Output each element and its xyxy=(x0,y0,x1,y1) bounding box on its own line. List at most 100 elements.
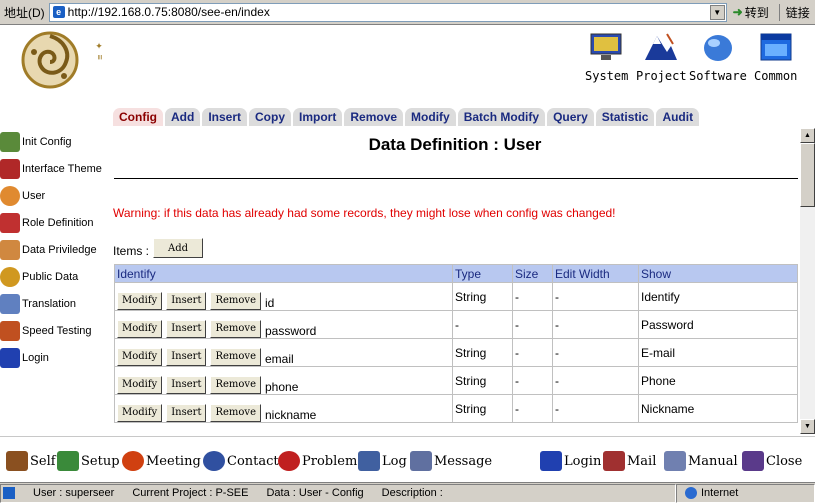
bottom-nav-meeting[interactable]: Meeting xyxy=(122,451,201,471)
modify-button[interactable]: Modify xyxy=(117,291,163,310)
tab-batch-modify[interactable]: Batch Modify xyxy=(457,108,546,126)
tab-add[interactable]: Add xyxy=(165,108,201,126)
main-content: Data Definition : User Warning: if this … xyxy=(110,128,800,434)
left-nav-login[interactable]: Login xyxy=(0,344,110,371)
roles-icon xyxy=(0,212,20,233)
column-header-identify: Identify xyxy=(114,264,453,283)
modify-button[interactable]: Modify xyxy=(117,319,163,338)
house-icon xyxy=(6,451,28,471)
setup-icon xyxy=(57,451,79,471)
warning-text: Warning: if this data has already had so… xyxy=(113,206,616,220)
identify-value: email xyxy=(265,351,294,366)
tab-insert[interactable]: Insert xyxy=(202,108,248,126)
left-nav-translation[interactable]: Translation xyxy=(0,290,110,317)
identify-cell: Modify Insert Remove id xyxy=(114,282,453,311)
scroll-up-icon[interactable]: ▲ xyxy=(800,128,815,143)
bottom-nav-contact[interactable]: Contact xyxy=(203,451,279,471)
insert-button[interactable]: Insert xyxy=(166,319,207,338)
remove-button[interactable]: Remove xyxy=(210,347,261,366)
table-row: Modify Insert Remove email String - - E-mail xyxy=(114,338,798,367)
row-actions: Modify Insert Remove xyxy=(117,319,261,338)
type-cell: String xyxy=(452,338,513,367)
tab-import[interactable]: Import xyxy=(293,108,343,126)
close-icon xyxy=(742,451,764,471)
identify-cell: Modify Insert Remove nickname xyxy=(114,394,453,423)
address-dropdown-button[interactable]: ▼ xyxy=(709,4,725,20)
tab-remove[interactable]: Remove xyxy=(344,108,404,126)
add-item-button[interactable]: Add xyxy=(153,238,204,258)
remove-button[interactable]: Remove xyxy=(210,291,261,310)
show-cell: Identify xyxy=(638,282,798,311)
identify-value: password xyxy=(265,323,317,338)
insert-button[interactable]: Insert xyxy=(166,375,207,394)
bottom-nav-message[interactable]: Message xyxy=(410,451,492,471)
remove-button[interactable]: Remove xyxy=(210,319,261,338)
top-nav-software[interactable]: Software xyxy=(689,30,747,83)
insert-button[interactable]: Insert xyxy=(166,403,207,422)
top-nav-project[interactable]: Project xyxy=(636,30,687,83)
tab-query[interactable]: Query xyxy=(547,108,594,126)
hand-icon xyxy=(0,239,20,260)
toolbox-icon xyxy=(0,131,20,152)
insert-button[interactable]: Insert xyxy=(166,291,207,310)
links-button[interactable]: 链接 xyxy=(778,3,810,21)
bottom-nav-close[interactable]: Close xyxy=(742,451,802,471)
tab-copy[interactable]: Copy xyxy=(249,108,292,126)
ie-status-icon xyxy=(3,487,15,499)
bottom-nav-self[interactable]: Self xyxy=(6,451,56,471)
insert-button[interactable]: Insert xyxy=(166,347,207,366)
bottom-nav-log[interactable]: Log xyxy=(358,451,407,471)
tab-statistic[interactable]: Statistic xyxy=(595,108,655,126)
edit-width-cell: - xyxy=(552,394,639,423)
globe-icon xyxy=(685,487,697,499)
address-url[interactable]: http://192.168.0.75:8080/see-en/index xyxy=(68,5,270,19)
size-cell: - xyxy=(512,338,553,367)
status-user: User : superseer xyxy=(33,487,115,499)
left-nav-user[interactable]: User xyxy=(0,182,110,209)
mail-icon xyxy=(603,451,625,471)
modify-button[interactable]: Modify xyxy=(117,347,163,366)
size-cell: - xyxy=(512,310,553,339)
table-row: Modify Insert Remove id String - - Identify xyxy=(114,282,798,311)
remove-button[interactable]: Remove xyxy=(210,403,261,422)
left-nav-role-definition[interactable]: Role Definition xyxy=(0,209,110,236)
identify-value: id xyxy=(265,295,275,310)
scroll-down-icon[interactable]: ▼ xyxy=(800,419,815,434)
modify-button[interactable]: Modify xyxy=(117,403,163,422)
bottom-nav-problem[interactable]: Problem xyxy=(278,451,357,471)
show-cell: Phone xyxy=(638,366,798,395)
scroll-thumb[interactable] xyxy=(800,143,815,207)
logo-mark: ✦ ≡ xyxy=(95,42,105,60)
bottom-nav-setup[interactable]: Setup xyxy=(57,451,120,471)
message-icon xyxy=(410,451,432,471)
ie-page-icon: e xyxy=(52,6,65,18)
left-nav-data-priviledge[interactable]: Data Priviledge xyxy=(0,236,110,263)
left-nav-speed-testing[interactable]: Speed Testing xyxy=(0,317,110,344)
type-cell: - xyxy=(452,310,513,339)
tab-modify[interactable]: Modify xyxy=(405,108,456,126)
address-label: 地址(D) xyxy=(4,5,45,20)
column-header-type: Type xyxy=(452,264,513,283)
row-actions: Modify Insert Remove xyxy=(117,403,261,422)
identify-value: phone xyxy=(265,379,299,394)
left-nav-interface-theme[interactable]: Interface Theme xyxy=(0,155,110,182)
left-nav-public-data[interactable]: Public Data xyxy=(0,263,110,290)
go-button[interactable]: ➜ 转到 xyxy=(733,4,769,21)
tab-audit[interactable]: Audit xyxy=(656,108,700,126)
bottom-nav-mail[interactable]: Mail xyxy=(603,451,656,471)
address-input[interactable]: e http://192.168.0.75:8080/see-en/index … xyxy=(48,2,727,22)
remove-button[interactable]: Remove xyxy=(210,375,261,394)
top-nav-system[interactable]: System xyxy=(585,30,628,83)
tab-config[interactable]: Config xyxy=(113,108,163,126)
modify-button[interactable]: Modify xyxy=(117,375,163,394)
vertical-scrollbar[interactable]: ▲ ▼ xyxy=(800,128,815,434)
bottom-nav-login[interactable]: Login xyxy=(540,451,601,471)
left-nav-init-config[interactable]: Init Config xyxy=(0,128,110,155)
edit-width-cell: - xyxy=(552,310,639,339)
items-label: Items : xyxy=(113,244,150,258)
status-info: User : superseer Current Project : P-SEE… xyxy=(0,483,676,503)
bottom-nav-manual[interactable]: Manual xyxy=(664,451,738,471)
top-nav-common[interactable]: Common xyxy=(754,30,797,83)
identify-cell: Modify Insert Remove password xyxy=(114,310,453,339)
size-cell: - xyxy=(512,282,553,311)
